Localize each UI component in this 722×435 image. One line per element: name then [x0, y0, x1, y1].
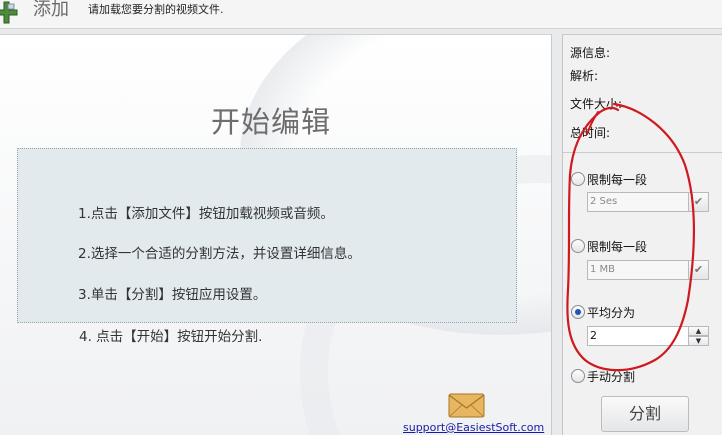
size-limit-input[interactable]: 1 MB [587, 260, 689, 280]
split-evenly-label: 平均分为 [587, 306, 636, 320]
instruction-step: 1.点击【添加文件】按钮加载视频或音频。 [78, 206, 334, 222]
time-limit-input[interactable]: 2 Ses [587, 192, 689, 212]
main-panel: 开始编辑 1.点击【添加文件】按钮加载视频或音频。 2.选择一个合适的分割方法，… [0, 34, 552, 435]
split-by-time-radio[interactable] [571, 172, 585, 186]
split-evenly-radio[interactable] [571, 305, 585, 319]
total-time-label: 总时间: [570, 126, 611, 140]
split-by-size-radio[interactable] [571, 239, 585, 253]
split-button[interactable]: 分割 [601, 396, 689, 432]
instruction-step: 4. 点击【开始】按钮开始分割. [79, 329, 263, 345]
file-size-label: 文件大小: [570, 97, 623, 111]
split-by-time-label: 限制每一段 [587, 173, 648, 187]
checkmark-icon[interactable]: ✔ [689, 192, 709, 212]
parse-label: 解析: [570, 69, 599, 83]
split-by-size-label: 限制每一段 [587, 240, 648, 254]
split-settings-panel: 源信息: 解析: 文件大小: 总时间: 限制每一段 2 Ses ✔ 限制每一段 … [562, 34, 722, 435]
instructions-box: 1.点击【添加文件】按钮加载视频或音频。 2.选择一个合适的分割方法，并设置详细… [17, 148, 517, 345]
manual-split-label: 手动分割 [587, 370, 636, 384]
add-file-icon[interactable] [0, 0, 20, 24]
add-button[interactable]: 添加 [33, 0, 69, 20]
manual-split-radio[interactable] [571, 369, 585, 383]
toolbar: 添加 请加载您要分割的视频文件. [0, 0, 722, 29]
page-title: 开始编辑 [211, 105, 332, 139]
parts-count-input[interactable]: 2 [587, 326, 689, 346]
toolbar-hint: 请加载您要分割的视频文件. [88, 3, 224, 16]
support-email-link[interactable]: support@EasiestSoft.com [403, 421, 544, 434]
spin-down-icon[interactable]: ▼ [689, 336, 709, 346]
instruction-step: 2.选择一个合适的分割方法，并设置详细信息。 [78, 246, 361, 262]
instruction-step: 3.单击【分割】按钮应用设置。 [78, 287, 267, 303]
source-info-label: 源信息: [570, 46, 611, 60]
spin-up-icon[interactable]: ▲ [689, 326, 709, 336]
divider [563, 152, 722, 153]
envelope-icon[interactable] [448, 391, 486, 419]
checkmark-icon[interactable]: ✔ [689, 260, 709, 280]
